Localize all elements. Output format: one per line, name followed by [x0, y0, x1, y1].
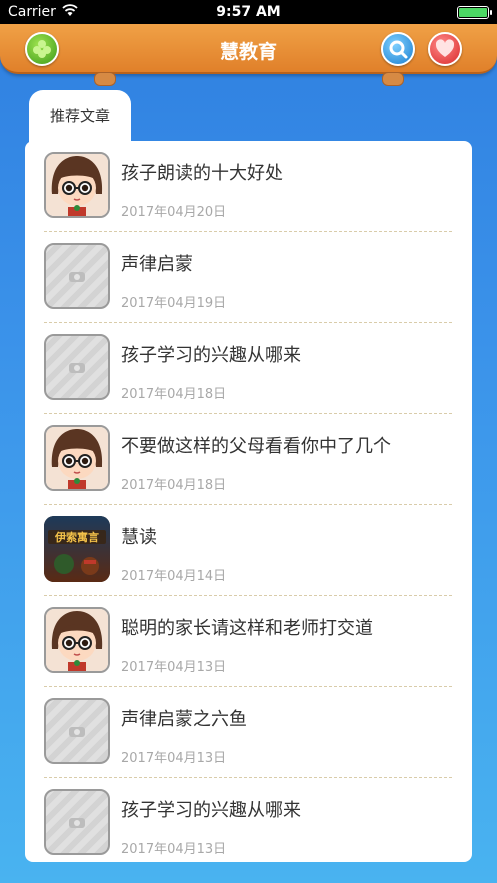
article-date: 2017年04月19日 [121, 296, 227, 311]
article-date: 2017年04月20日 [121, 205, 227, 220]
list-item[interactable]: 声律启蒙 2017年04月19日 [44, 232, 452, 323]
article-thumbnail [44, 152, 110, 218]
article-date: 2017年04月14日 [121, 569, 227, 584]
book-cover-image: 伊索寓言 [44, 516, 110, 582]
battery-icon [457, 6, 492, 19]
list-item[interactable]: 声律启蒙之六鱼 2017年04月13日 [44, 687, 452, 778]
nav-hanger-peg [94, 72, 116, 86]
placeholder-image-icon [44, 334, 110, 400]
list-item[interactable]: 伊索寓言 慧读 2017年04月14日 [44, 505, 452, 596]
list-item[interactable]: 孩子学习的兴趣从哪来 2017年04月13日 [44, 778, 452, 862]
article-thumbnail [44, 607, 110, 673]
page-title: 慧教育 [219, 41, 277, 63]
search-icon [389, 40, 408, 59]
girl-avatar-icon [46, 609, 108, 671]
article-date: 2017年04月18日 [121, 478, 227, 493]
placeholder-image-icon [44, 789, 110, 855]
clock: 9:57 AM [216, 4, 281, 20]
article-title: 声律启蒙 [121, 254, 193, 275]
heart-icon [435, 39, 455, 57]
article-thumbnail [44, 425, 110, 491]
favorite-button[interactable] [428, 32, 462, 66]
article-title: 不要做这样的父母看看你中了几个 [121, 436, 391, 457]
article-title: 孩子学习的兴趣从哪来 [121, 345, 301, 366]
book-cover-text: 伊索寓言 [54, 530, 99, 544]
article-title: 孩子朗读的十大好处 [121, 163, 283, 184]
list-item[interactable]: 聪明的家长请这样和老师打交道 2017年04月13日 [44, 596, 452, 687]
girl-avatar-icon [46, 427, 108, 489]
nav-hanger-peg [382, 72, 404, 86]
article-list: 孩子朗读的十大好处 2017年04月20日 声律启蒙 2017年04月19日 孩… [25, 141, 472, 862]
article-date: 2017年04月13日 [121, 751, 227, 766]
article-date: 2017年04月18日 [121, 387, 227, 402]
search-button[interactable] [381, 32, 415, 66]
list-item[interactable]: 孩子朗读的十大好处 2017年04月20日 [44, 141, 452, 232]
article-date: 2017年04月13日 [121, 660, 227, 675]
status-bar: Carrier 9:57 AM [0, 0, 497, 24]
list-item[interactable]: 孩子学习的兴趣从哪来 2017年04月18日 [44, 323, 452, 414]
girl-avatar-icon [46, 154, 108, 216]
article-date: 2017年04月13日 [121, 842, 227, 857]
placeholder-image-icon [44, 698, 110, 764]
list-item[interactable]: 不要做这样的父母看看你中了几个 2017年04月18日 [44, 414, 452, 505]
nav-bar: 慧教育 [0, 24, 497, 74]
article-title: 声律启蒙之六鱼 [121, 709, 247, 730]
article-title: 慧读 [121, 527, 157, 548]
article-title: 聪明的家长请这样和老师打交道 [121, 618, 373, 639]
tab-recommended-articles[interactable]: 推荐文章 [29, 90, 131, 146]
article-title: 孩子学习的兴趣从哪来 [121, 800, 301, 821]
placeholder-image-icon [44, 243, 110, 309]
